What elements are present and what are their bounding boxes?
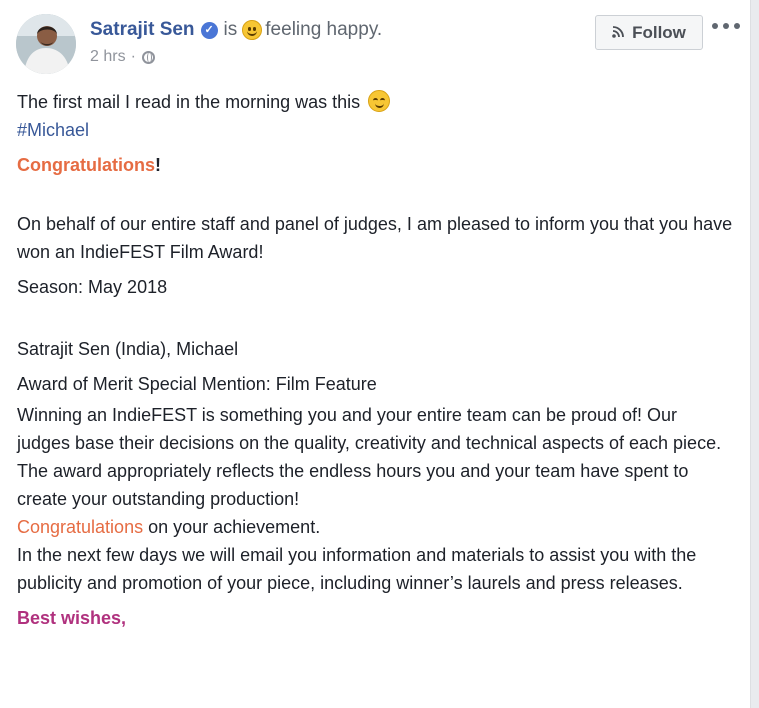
rss-icon — [612, 25, 625, 41]
award-category: Award of Merit Special Mention: Film Fea… — [17, 374, 377, 394]
profile-photo — [16, 14, 76, 74]
facebook-post-card: Satrajit Sen ✓ is feeling happy. 2 hrs ·… — [0, 0, 751, 708]
blushing-smiley-icon — [368, 90, 391, 112]
more-options-icon[interactable] — [712, 18, 740, 34]
is-label: is — [223, 19, 238, 40]
author-name[interactable]: Satrajit Sen — [90, 18, 195, 42]
post-body: The first mail I read in the morning was… — [17, 88, 735, 632]
verified-badge-icon: ✓ — [200, 21, 218, 39]
award-description: Winning an IndieFEST is something you an… — [17, 405, 722, 509]
sign-off: Best wishes, — [17, 608, 127, 628]
hashtag-link[interactable]: #Michael — [17, 120, 89, 140]
award-announcement: On behalf of our entire staff and panel … — [17, 214, 733, 262]
season-line: Season: May 2018 — [17, 277, 168, 297]
achievement-line: Congratulations on your achievement. — [17, 517, 321, 537]
follow-label: Follow — [632, 22, 686, 42]
feeling-label[interactable]: feeling happy. — [265, 18, 382, 42]
smiley-icon — [242, 20, 263, 40]
congratulations-heading: Congratulations! — [17, 155, 161, 175]
meta-separator: · — [130, 48, 136, 65]
post-header-line: Satrajit Sen ✓ is feeling happy. — [90, 18, 382, 42]
post-meta: 2 hrs · — [90, 48, 155, 66]
post-timestamp[interactable]: 2 hrs — [90, 48, 126, 66]
follow-up-paragraph: In the next few days we will email you i… — [17, 545, 697, 593]
globe-icon[interactable] — [141, 50, 155, 64]
follow-button[interactable]: Follow — [595, 15, 703, 50]
avatar[interactable] — [16, 14, 76, 74]
recipient-line: Satrajit Sen (India), Michael — [17, 339, 239, 359]
post-line-intro: The first mail I read in the morning was… — [17, 88, 735, 116]
